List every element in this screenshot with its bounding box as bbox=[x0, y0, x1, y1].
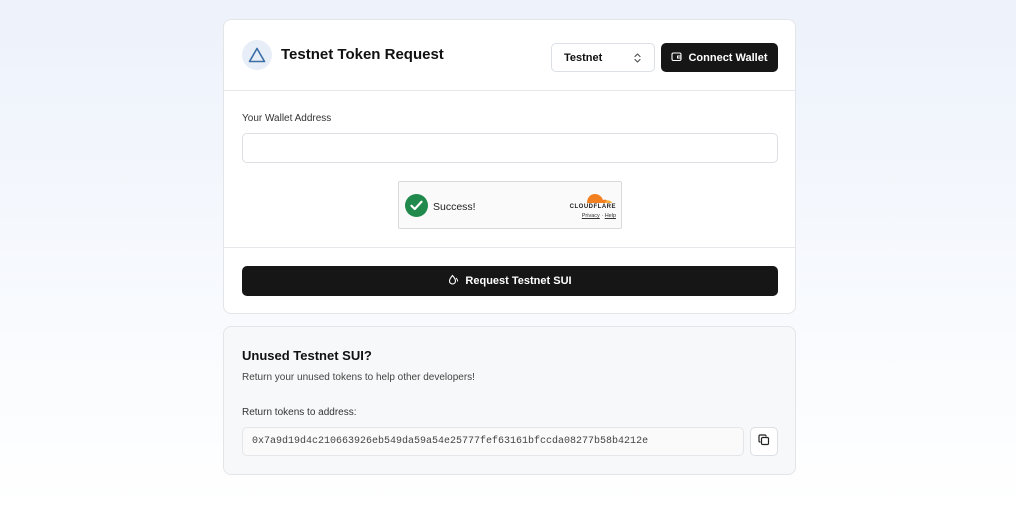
network-select[interactable]: Testnet bbox=[551, 43, 655, 72]
captcha-links: Privacy · Help bbox=[582, 213, 616, 219]
return-section-title: Unused Testnet SUI? bbox=[242, 348, 372, 363]
return-address-label: Return tokens to address: bbox=[242, 407, 357, 418]
wallet-icon bbox=[671, 51, 683, 65]
faucet-card: Testnet Token Request Testnet Connect Wa… bbox=[223, 19, 796, 314]
connect-wallet-label: Connect Wallet bbox=[688, 51, 768, 64]
captcha-link-separator: · bbox=[601, 213, 604, 219]
cloudflare-cloud-icon bbox=[561, 189, 617, 215]
connect-wallet-button[interactable]: Connect Wallet bbox=[661, 43, 778, 72]
return-address-field[interactable]: 0x7a9d19d4c210663926eb549da59a54e25777fe… bbox=[242, 427, 744, 456]
copy-icon bbox=[758, 433, 770, 451]
cloudflare-brand: CLOUDFLARE bbox=[569, 204, 616, 210]
copy-address-button[interactable] bbox=[750, 427, 778, 456]
check-icon bbox=[405, 194, 428, 217]
return-tokens-card: Unused Testnet SUI? Return your unused t… bbox=[223, 326, 796, 475]
page-title: Testnet Token Request bbox=[281, 46, 444, 63]
captcha-help-link[interactable]: Help bbox=[605, 213, 616, 219]
wallet-address-input[interactable] bbox=[242, 133, 778, 163]
card-header: Testnet Token Request Testnet Connect Wa… bbox=[224, 20, 795, 91]
droplet-icon bbox=[448, 274, 459, 289]
captcha-privacy-link[interactable]: Privacy bbox=[582, 213, 600, 219]
wallet-address-label: Your Wallet Address bbox=[242, 113, 332, 124]
return-section-description: Return your unused tokens to help other … bbox=[242, 372, 475, 383]
captcha-status: Success! bbox=[433, 201, 476, 213]
request-button-label: Request Testnet SUI bbox=[465, 275, 572, 287]
cloudflare-captcha[interactable]: Success! CLOUDFLARE Privacy · Help bbox=[398, 181, 622, 229]
request-testnet-sui-button[interactable]: Request Testnet SUI bbox=[242, 266, 778, 296]
network-select-value: Testnet bbox=[564, 51, 603, 64]
triangle-logo-icon bbox=[242, 40, 272, 70]
section-divider bbox=[224, 247, 795, 248]
chevron-up-down-icon bbox=[633, 52, 642, 67]
